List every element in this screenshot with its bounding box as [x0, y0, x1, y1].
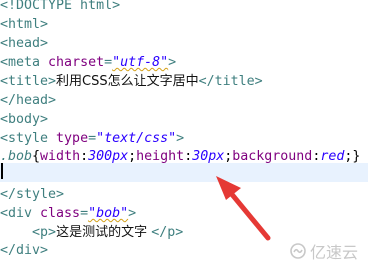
code-token: </p> [151, 225, 184, 240]
code-token: <html> [0, 17, 49, 32]
code-token: ; [128, 149, 137, 164]
code-line[interactable]: <head> [0, 34, 368, 53]
code-line[interactable]: <body> [0, 110, 368, 129]
text-cursor [1, 163, 3, 179]
code-line[interactable]: <!DOCTYPE html> [0, 0, 368, 15]
code-token: <meta [0, 55, 49, 70]
code-line[interactable]: <html> [0, 15, 368, 34]
code-token: "text/css" [96, 131, 177, 146]
cloud-logo-icon [290, 243, 306, 259]
code-token: : [184, 149, 193, 164]
code-line[interactable]: <title>利用CSS怎么让文字居中</title> [0, 72, 368, 91]
code-token: </title> [198, 74, 263, 89]
code-token: <style [0, 131, 57, 146]
code-line[interactable] [0, 163, 368, 182]
code-token: class [40, 206, 81, 221]
code-token: > [168, 55, 177, 70]
code-token: <p> [32, 225, 57, 240]
code-token: 利用CSS怎么让文字居中 [56, 74, 199, 89]
code-token: <div [0, 206, 41, 221]
code-token: 这是测试的文字 [56, 225, 152, 240]
code-token: charset [48, 55, 105, 70]
code-token: red [320, 149, 345, 164]
code-line[interactable]: <style type="text/css"> [0, 129, 368, 148]
watermark-text: 亿速云 [309, 243, 358, 262]
code-token: <body> [0, 112, 49, 127]
code-editor[interactable]: <!DOCTYPE html> <html> <head> <meta charset… [0, 0, 368, 271]
code-token: <!DOCTYPE html> [0, 0, 121, 13]
code-token: = [88, 131, 97, 146]
code-token: </div> [0, 243, 49, 258]
code-token: = [104, 55, 113, 70]
code-line[interactable]: <meta charset="utf-8"> [0, 53, 368, 72]
code-line[interactable]: </style> [0, 185, 368, 204]
code-token: </style> [0, 187, 65, 202]
code-token: { [32, 149, 41, 164]
code-token: "utf-8" [112, 55, 169, 70]
code-token: </head> [0, 93, 57, 108]
code-line[interactable]: </head> [0, 91, 368, 110]
code-token: "bob" [88, 206, 129, 221]
code-token: = [80, 206, 89, 221]
code-token: : [80, 149, 89, 164]
code-token: 300px [88, 149, 129, 164]
code-token: > [176, 131, 185, 146]
code-token: width [40, 149, 81, 164]
code-token: > [128, 206, 137, 221]
code-line[interactable]: <div class="bob"> [0, 204, 368, 223]
code-token: <title> [0, 74, 57, 89]
code-token: type [56, 131, 89, 146]
code-token: <head> [0, 36, 49, 51]
code-token: ;} [344, 149, 361, 164]
code-token: height [136, 149, 185, 164]
code-token: .bob [0, 149, 33, 164]
code-token: background [232, 149, 313, 164]
watermark: 亿速云 [290, 239, 358, 263]
code-token: 30px [192, 149, 225, 164]
